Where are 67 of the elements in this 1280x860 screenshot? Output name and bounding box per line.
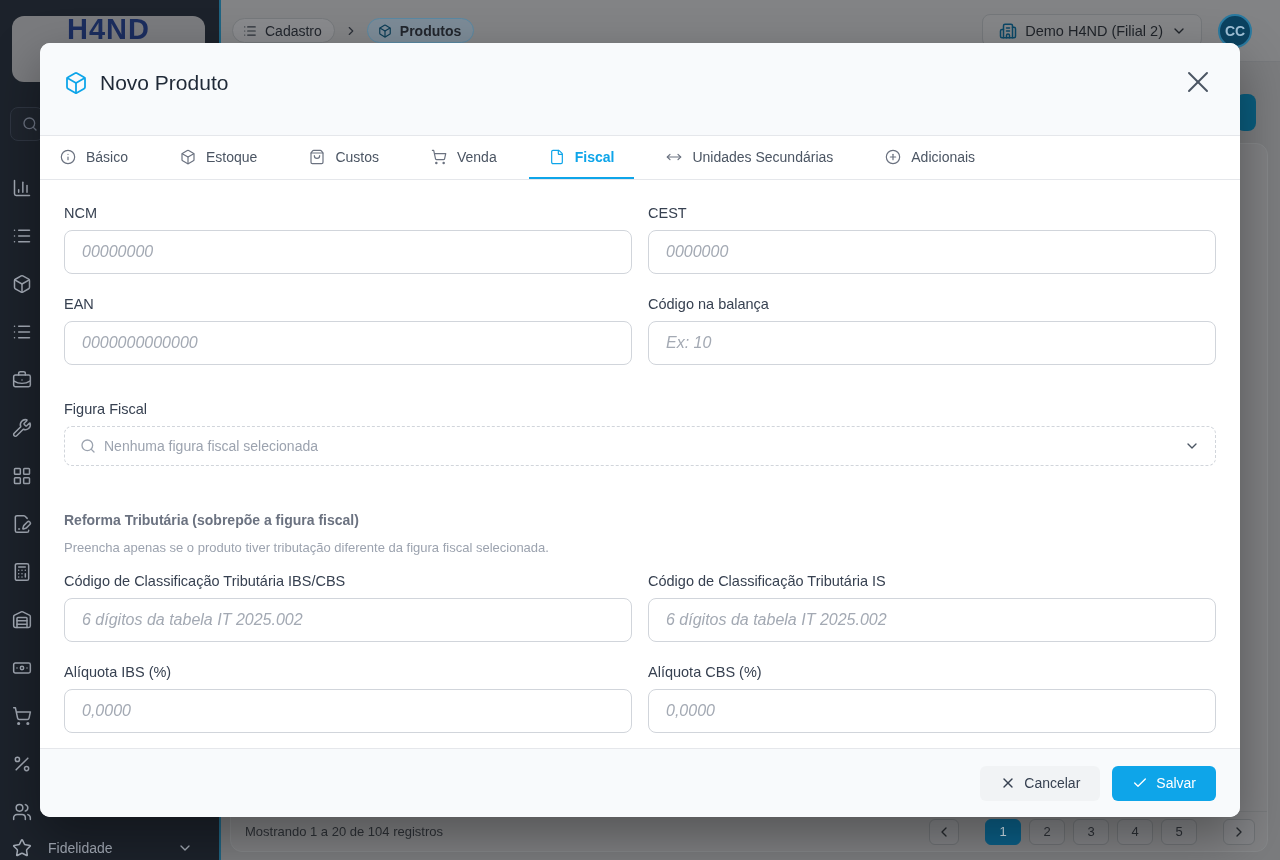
page-button[interactable]: 5	[1161, 818, 1197, 845]
cart-icon	[431, 148, 447, 165]
users-icon[interactable]	[12, 802, 32, 822]
cart-icon[interactable]	[12, 706, 32, 726]
percent-icon[interactable]	[12, 754, 32, 774]
sidebar-item[interactable]: Fidelidade	[0, 836, 219, 860]
tab[interactable]: Unidades Secundárias	[646, 136, 854, 179]
field-label: Código na balança	[648, 295, 770, 313]
list-icon[interactable]	[12, 322, 32, 342]
field-label: EAN	[64, 295, 95, 313]
wrench-icon[interactable]	[12, 418, 32, 438]
field-label: Alíquota IBS (%)	[64, 663, 173, 681]
field-label: Alíquota CBS (%)	[648, 663, 763, 681]
cube-icon	[377, 23, 392, 38]
list-icon	[243, 23, 257, 38]
field-label: Código de Classificação Tributária IS	[648, 572, 887, 590]
text-input[interactable]: 0,0000	[648, 689, 1216, 733]
text-input[interactable]: 6 dígitos da tabela IT 2025.002	[64, 598, 632, 642]
dialog-title: Novo Produto	[100, 71, 229, 95]
field-label: Código de Classificação Tributária IBS/CBS	[64, 572, 347, 590]
field-label: NCM	[64, 204, 99, 222]
breadcrumb-item[interactable]: Cadastro	[232, 18, 335, 43]
info-icon	[60, 148, 76, 165]
plus-circle-icon	[885, 148, 902, 165]
page-button[interactable]: 2	[1029, 818, 1065, 845]
cube-icon	[180, 148, 197, 165]
field-label: Figura Fiscal	[64, 400, 148, 418]
briefcase-icon[interactable]	[12, 370, 32, 390]
records-summary: Mostrando 1 a 20 de 104 registros	[245, 824, 443, 839]
search-icon	[80, 438, 96, 454]
calculator-icon[interactable]	[12, 562, 32, 582]
section-title: Reforma Tributária (sobrepõe a figura fiscal)	[64, 511, 360, 529]
grid-icon[interactable]	[12, 466, 32, 486]
text-input[interactable]: 0,0000	[64, 689, 632, 733]
tab[interactable]: Fiscal	[528, 136, 635, 179]
star-icon	[12, 838, 32, 858]
file-icon	[548, 148, 565, 165]
list-icon[interactable]	[12, 226, 32, 246]
tab[interactable]: Básico	[40, 136, 149, 179]
search-icon	[22, 116, 38, 132]
bag-icon	[309, 148, 326, 165]
fiscal-figure-select[interactable]: Nenhuma figura fiscal selecionada	[64, 426, 1216, 466]
logo-text: H4ND	[67, 16, 150, 42]
tab[interactable]: Venda	[411, 136, 517, 179]
cube-icon	[64, 71, 88, 95]
save-button[interactable]: Salvar	[1112, 765, 1216, 801]
text-input[interactable]: Ex: 10	[648, 321, 1216, 365]
text-input[interactable]: 6 dígitos da tabela IT 2025.002	[648, 598, 1216, 642]
field-label: CEST	[648, 204, 688, 222]
tab[interactable]: Adicionais	[865, 136, 996, 179]
file-pen-icon[interactable]	[12, 514, 32, 534]
text-input[interactable]: 0000000000000	[64, 321, 632, 365]
cube-icon[interactable]	[12, 274, 32, 294]
text-input[interactable]: 0000000	[648, 230, 1216, 274]
text-input[interactable]: 00000000	[64, 230, 632, 274]
page-button[interactable]: 4	[1117, 818, 1153, 845]
tab[interactable]: Estoque	[160, 136, 278, 179]
section-description: Preencha apenas se o produto tiver tributação diferente da figura fiscal selecionada.	[64, 540, 550, 556]
breadcrumb-item[interactable]: Produtos	[366, 18, 475, 43]
avatar[interactable]: CC	[1218, 13, 1252, 48]
building-icon	[999, 21, 1018, 40]
warehouse-icon[interactable]	[12, 610, 32, 630]
cancel-button[interactable]: Cancelar	[980, 765, 1101, 801]
tab[interactable]: Custos	[289, 136, 399, 179]
page-button[interactable]: 3	[1073, 818, 1109, 845]
chart-icon[interactable]	[12, 178, 32, 198]
page-button[interactable]: 1	[985, 818, 1021, 845]
